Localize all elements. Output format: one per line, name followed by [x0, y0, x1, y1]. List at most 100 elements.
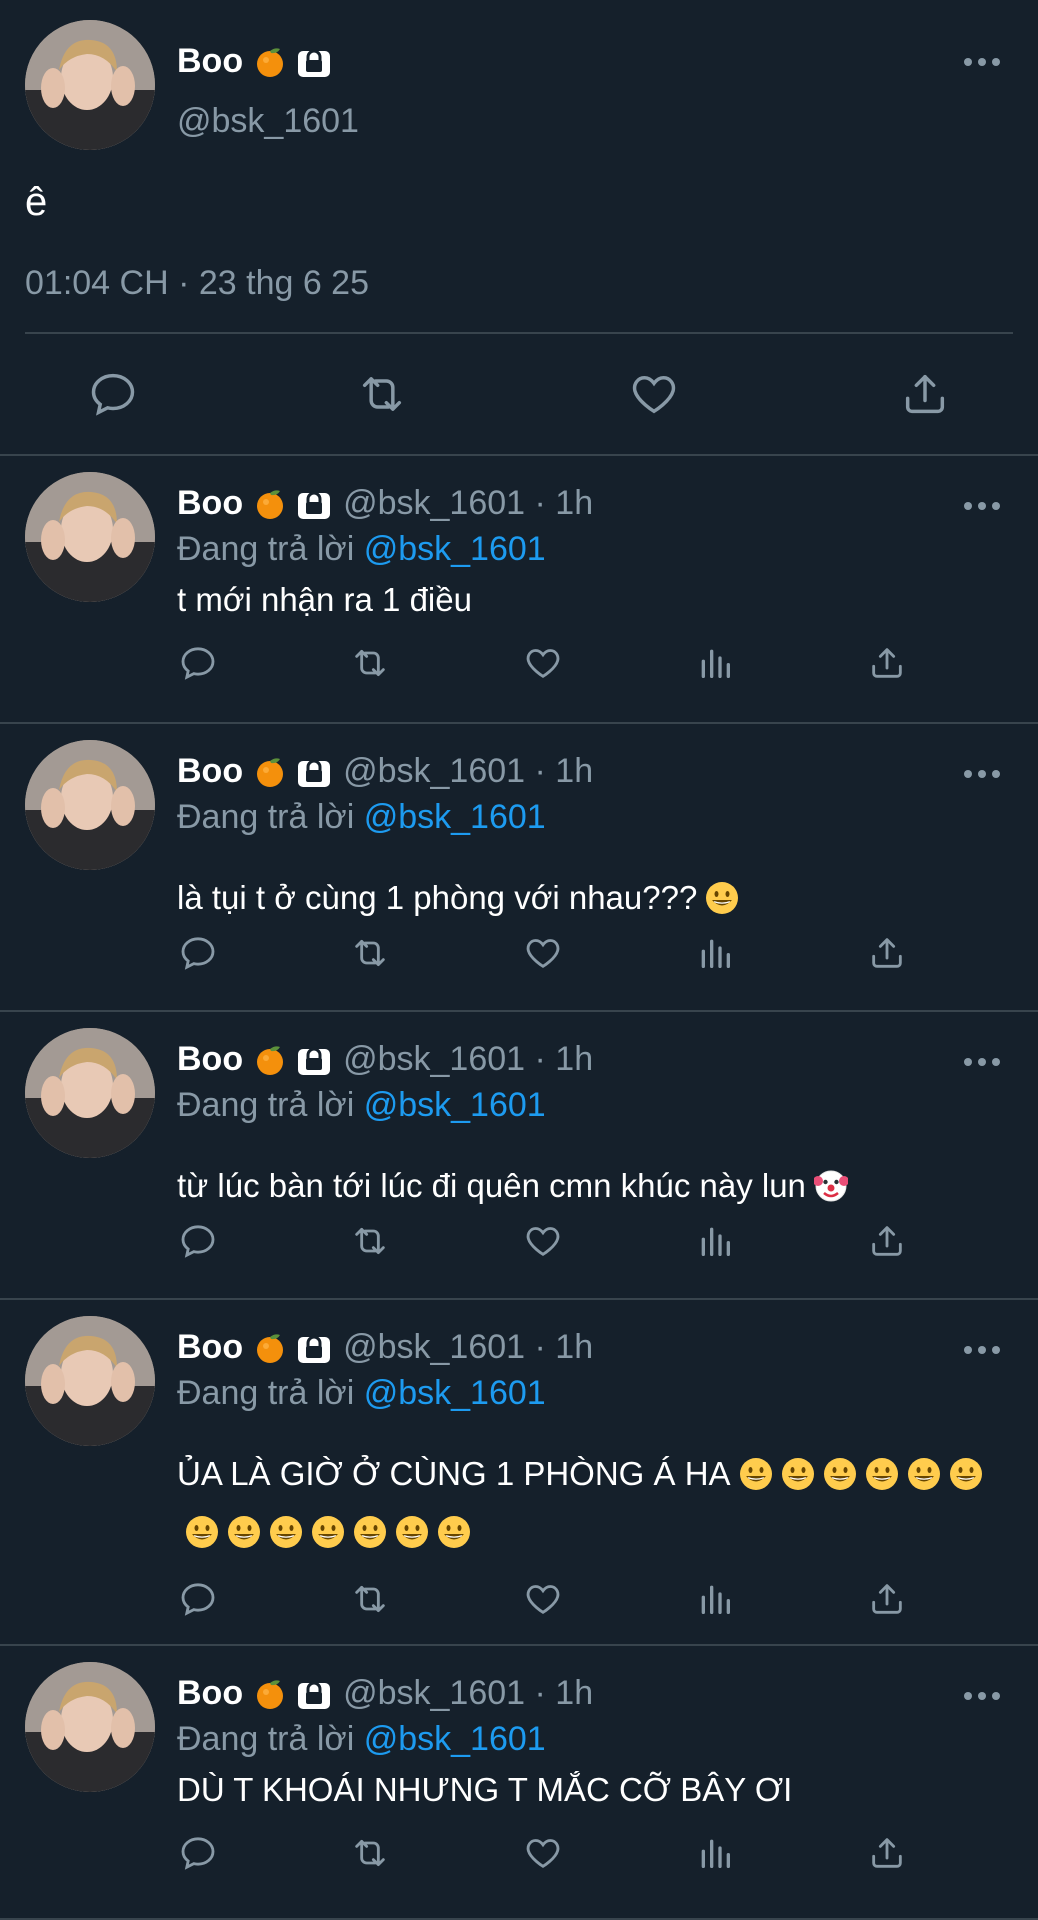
reply-icon[interactable] [175, 1576, 221, 1622]
views-icon[interactable] [692, 930, 738, 976]
display-name[interactable]: Boo [177, 752, 243, 791]
author-name-row: Boo [177, 42, 331, 81]
retweet-icon[interactable] [347, 930, 393, 976]
replying-to: Đang trả lời @bsk_1601 [177, 530, 546, 569]
more-options-icon[interactable] [961, 764, 1003, 784]
author-handle[interactable]: @bsk_1601 [177, 102, 359, 141]
reply-icon[interactable] [87, 368, 139, 420]
author-name-row: Boo @bsk_1601 · 1h [177, 1328, 593, 1367]
tweet-text: là tụi t ở cùng 1 phòng với nhau??? [177, 869, 997, 927]
more-options-icon[interactable] [961, 1340, 1003, 1360]
reply-tweet[interactable]: Boo @bsk_1601 · 1h Đang trả lời @bsk_1601l… [0, 724, 1038, 1012]
author-handle-time[interactable]: @bsk_1601 · 1h [343, 1040, 593, 1079]
replying-label: Đang trả lời [177, 1086, 355, 1124]
like-icon[interactable] [520, 640, 566, 686]
avatar[interactable] [25, 472, 155, 602]
retweet-icon[interactable] [347, 1576, 393, 1622]
mention-link[interactable]: @bsk_1601 [364, 530, 546, 568]
author-handle-time[interactable]: @bsk_1601 · 1h [343, 484, 593, 523]
author-name-row: Boo @bsk_1601 · 1h [177, 1674, 593, 1713]
divider [25, 332, 1013, 334]
mention-link[interactable]: @bsk_1601 [364, 1720, 546, 1758]
reply-tweet[interactable]: Boo @bsk_1601 · 1h Đang trả lời @bsk_1601 Ủ… [0, 1300, 1038, 1646]
tangerine-icon [253, 1043, 287, 1077]
reply-tweet[interactable]: Boo @bsk_1601 · 1h Đang trả lời @bsk_1601t… [0, 1012, 1038, 1300]
tweet-text-content: ỦA LÀ GIỜ Ở CÙNG 1 PHÒNG Á HA [177, 1455, 731, 1492]
author-name-row: Boo @bsk_1601 · 1h [177, 484, 593, 523]
views-icon[interactable] [692, 1576, 738, 1622]
grinning-emoji-icon [739, 1451, 773, 1490]
views-icon[interactable] [692, 640, 738, 686]
author-handle-time[interactable]: @bsk_1601 · 1h [343, 752, 593, 791]
grinning-emoji-icon [705, 875, 739, 914]
retweet-icon[interactable] [356, 368, 408, 420]
tweet-text: ỦA LÀ GIỜ Ở CÙNG 1 PHÒNG Á HA [177, 1445, 997, 1561]
retweet-icon[interactable] [347, 640, 393, 686]
avatar[interactable] [25, 1662, 155, 1792]
tweet-text-content: DÙ T KHOÁI NHƯNG T MẮC CỠ BÂY ƠI [177, 1771, 793, 1808]
avatar[interactable] [25, 20, 155, 150]
avatar[interactable] [25, 740, 155, 870]
reply-tweet[interactable]: Boo @bsk_1601 · 1h Đang trả lời @bsk_1601 D… [0, 1646, 1038, 1920]
mention-link[interactable]: @bsk_1601 [364, 1374, 546, 1412]
display-name[interactable]: Boo [177, 42, 243, 81]
avatar[interactable] [25, 1028, 155, 1158]
replying-label: Đang trả lời [177, 1374, 355, 1412]
views-icon[interactable] [692, 1830, 738, 1876]
retweet-icon[interactable] [347, 1218, 393, 1264]
grinning-emoji-icon [395, 1509, 429, 1548]
avatar[interactable] [25, 1316, 155, 1446]
reply-icon[interactable] [175, 640, 221, 686]
tweet-text-content: t mới nhận ra 1 điều [177, 581, 472, 618]
tweet-actions [0, 930, 1038, 976]
display-name[interactable]: Boo [177, 484, 243, 523]
grinning-emoji-icon [353, 1509, 387, 1548]
share-icon[interactable] [864, 1830, 910, 1876]
tweet-actions [0, 1576, 1038, 1622]
like-icon[interactable] [520, 930, 566, 976]
reply-icon[interactable] [175, 1218, 221, 1264]
mention-link[interactable]: @bsk_1601 [364, 798, 546, 836]
like-icon[interactable] [520, 1830, 566, 1876]
tweet-text: t mới nhận ra 1 điều [177, 571, 997, 629]
grinning-emoji-icon [185, 1509, 219, 1548]
share-icon[interactable] [864, 640, 910, 686]
like-icon[interactable] [520, 1218, 566, 1264]
replying-to: Đang trả lời @bsk_1601 [177, 1374, 546, 1413]
tangerine-icon [253, 45, 287, 79]
reply-tweet[interactable]: Boo @bsk_1601 · 1h Đang trả lời @bsk_1601t… [0, 456, 1038, 724]
more-options-icon[interactable] [961, 1686, 1003, 1706]
tweet-actions [0, 1830, 1038, 1876]
retweet-icon[interactable] [347, 1830, 393, 1876]
replying-label: Đang trả lời [177, 1720, 355, 1758]
display-name[interactable]: Boo [177, 1328, 243, 1367]
share-icon[interactable] [864, 1576, 910, 1622]
display-name[interactable]: Boo [177, 1674, 243, 1713]
replying-label: Đang trả lời [177, 798, 355, 836]
tweet-text: từ lúc bàn tới lúc đi quên cmn khúc này … [177, 1157, 997, 1215]
clown-emoji-icon [812, 1163, 849, 1202]
views-icon[interactable] [692, 1218, 738, 1264]
more-options-icon[interactable] [961, 52, 1003, 72]
grinning-emoji-icon [781, 1451, 815, 1490]
like-icon[interactable] [520, 1576, 566, 1622]
reply-icon[interactable] [175, 930, 221, 976]
display-name[interactable]: Boo [177, 1040, 243, 1079]
more-options-icon[interactable] [961, 1052, 1003, 1072]
like-icon[interactable] [628, 368, 680, 420]
share-icon[interactable] [864, 1218, 910, 1264]
reply-icon[interactable] [175, 1830, 221, 1876]
replying-to: Đang trả lời @bsk_1601 [177, 1086, 546, 1125]
author-handle-time[interactable]: @bsk_1601 · 1h [343, 1328, 593, 1367]
more-options-icon[interactable] [961, 496, 1003, 516]
grinning-emoji-icon [865, 1451, 899, 1490]
tweet-text-content: từ lúc bàn tới lúc đi quên cmn khúc này … [177, 1167, 806, 1204]
tweet-text-content: là tụi t ở cùng 1 phòng với nhau??? [177, 879, 698, 916]
tweet-timestamp[interactable]: 01:04 CH · 23 thg 6 25 [25, 264, 369, 303]
mention-link[interactable]: @bsk_1601 [364, 1086, 546, 1124]
share-icon[interactable] [864, 930, 910, 976]
author-handle-time[interactable]: @bsk_1601 · 1h [343, 1674, 593, 1713]
tangerine-icon [253, 1331, 287, 1365]
share-icon[interactable] [899, 368, 951, 420]
lock-icon [297, 1043, 331, 1077]
